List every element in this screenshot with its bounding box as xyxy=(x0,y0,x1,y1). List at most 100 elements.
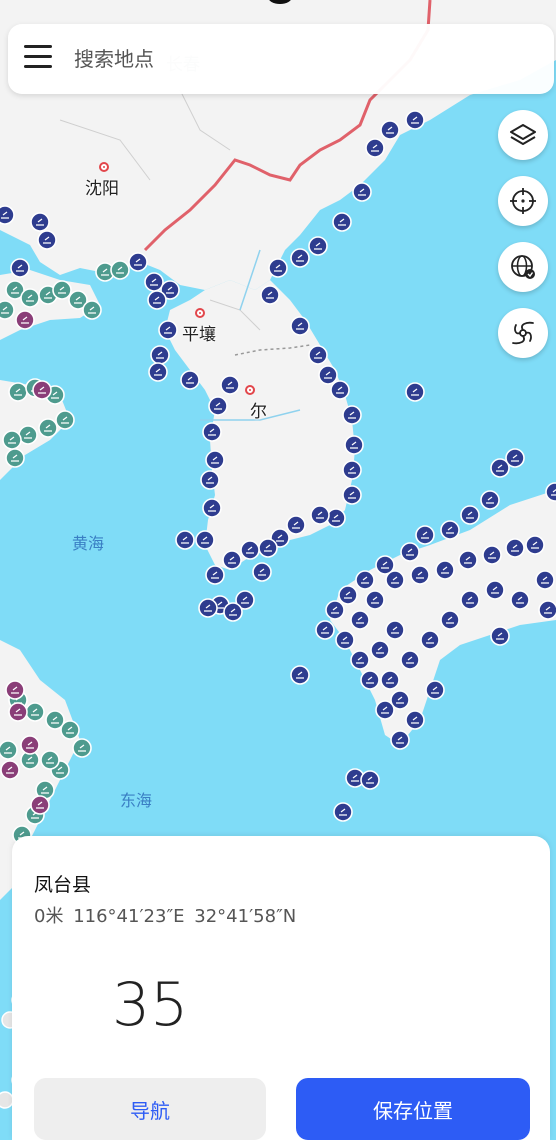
port-marker[interactable] xyxy=(8,702,28,722)
port-marker[interactable] xyxy=(535,570,555,590)
port-marker[interactable] xyxy=(20,288,40,308)
port-marker[interactable] xyxy=(200,470,220,490)
port-marker[interactable] xyxy=(175,530,195,550)
port-marker[interactable] xyxy=(10,258,30,278)
port-marker[interactable] xyxy=(5,680,25,700)
port-marker[interactable] xyxy=(460,590,480,610)
port-marker[interactable] xyxy=(415,525,435,545)
port-marker[interactable] xyxy=(352,182,372,202)
port-marker[interactable] xyxy=(0,740,18,760)
port-marker[interactable] xyxy=(37,230,57,250)
port-marker[interactable] xyxy=(0,760,20,780)
port-marker[interactable] xyxy=(208,396,228,416)
port-marker[interactable] xyxy=(222,550,242,570)
port-marker[interactable] xyxy=(360,670,380,690)
port-marker[interactable] xyxy=(32,380,52,400)
port-marker[interactable] xyxy=(290,316,310,336)
port-marker[interactable] xyxy=(220,375,240,395)
port-marker[interactable] xyxy=(38,418,58,438)
port-marker[interactable] xyxy=(2,430,22,450)
port-marker[interactable] xyxy=(380,670,400,690)
typhoon-button[interactable] xyxy=(498,308,548,358)
port-marker[interactable] xyxy=(405,710,425,730)
port-marker[interactable] xyxy=(420,630,440,650)
port-marker[interactable] xyxy=(268,258,288,278)
port-marker[interactable] xyxy=(410,565,430,585)
port-marker[interactable] xyxy=(128,252,148,272)
port-marker[interactable] xyxy=(223,602,243,622)
port-marker[interactable] xyxy=(390,730,410,750)
port-marker[interactable] xyxy=(545,482,556,502)
port-marker[interactable] xyxy=(144,272,164,292)
port-marker[interactable] xyxy=(308,345,328,365)
port-marker[interactable] xyxy=(30,795,50,815)
port-marker[interactable] xyxy=(510,590,530,610)
port-marker[interactable] xyxy=(490,626,510,646)
port-marker[interactable] xyxy=(333,802,353,822)
port-marker[interactable] xyxy=(435,560,455,580)
port-marker[interactable] xyxy=(482,545,502,565)
port-marker[interactable] xyxy=(158,320,178,340)
port-marker[interactable] xyxy=(290,248,310,268)
port-marker[interactable] xyxy=(82,300,102,320)
port-marker[interactable] xyxy=(195,530,215,550)
port-marker[interactable] xyxy=(180,370,200,390)
port-marker[interactable] xyxy=(72,738,92,758)
port-marker[interactable] xyxy=(5,448,25,468)
port-marker[interactable] xyxy=(365,590,385,610)
port-marker[interactable] xyxy=(360,770,380,790)
port-marker[interactable] xyxy=(425,680,445,700)
port-marker[interactable] xyxy=(375,700,395,720)
port-marker[interactable] xyxy=(538,600,556,620)
menu-icon[interactable] xyxy=(24,45,52,69)
port-marker[interactable] xyxy=(30,212,50,232)
port-marker[interactable] xyxy=(480,490,500,510)
navigate-button[interactable]: 导航 xyxy=(34,1078,266,1140)
port-marker[interactable] xyxy=(318,365,338,385)
port-marker[interactable] xyxy=(458,550,478,570)
port-marker[interactable] xyxy=(52,280,72,300)
port-marker[interactable] xyxy=(0,205,15,225)
port-marker[interactable] xyxy=(286,515,306,535)
port-marker[interactable] xyxy=(40,750,60,770)
port-marker[interactable] xyxy=(15,310,35,330)
port-marker[interactable] xyxy=(20,735,40,755)
port-marker[interactable] xyxy=(485,580,505,600)
port-marker[interactable] xyxy=(330,380,350,400)
port-marker[interactable] xyxy=(198,598,218,618)
port-marker[interactable] xyxy=(365,138,385,158)
port-marker[interactable] xyxy=(400,650,420,670)
port-marker[interactable] xyxy=(370,640,390,660)
port-marker[interactable] xyxy=(405,382,425,402)
port-marker[interactable] xyxy=(55,410,75,430)
port-marker[interactable] xyxy=(315,620,335,640)
save-location-button[interactable]: 保存位置 xyxy=(296,1078,530,1140)
port-marker[interactable] xyxy=(310,505,330,525)
port-marker[interactable] xyxy=(332,212,352,232)
port-marker[interactable] xyxy=(205,565,225,585)
port-marker[interactable] xyxy=(205,450,225,470)
port-marker[interactable] xyxy=(290,665,310,685)
port-marker[interactable] xyxy=(490,458,510,478)
layers-button[interactable] xyxy=(498,110,548,160)
port-marker[interactable] xyxy=(326,508,346,528)
port-marker[interactable] xyxy=(350,650,370,670)
port-marker[interactable] xyxy=(385,570,405,590)
port-marker[interactable] xyxy=(460,505,480,525)
port-marker[interactable] xyxy=(252,562,272,582)
port-marker[interactable] xyxy=(147,290,167,310)
search-input[interactable] xyxy=(72,40,516,78)
port-marker[interactable] xyxy=(258,538,278,558)
port-marker[interactable] xyxy=(342,485,362,505)
port-marker[interactable] xyxy=(400,542,420,562)
port-marker[interactable] xyxy=(405,110,425,130)
globe-button[interactable] xyxy=(498,242,548,292)
port-marker[interactable] xyxy=(338,585,358,605)
port-marker[interactable] xyxy=(350,610,370,630)
port-marker[interactable] xyxy=(150,345,170,365)
port-marker[interactable] xyxy=(344,435,364,455)
port-marker[interactable] xyxy=(0,300,15,320)
port-marker[interactable] xyxy=(25,702,45,722)
port-marker[interactable] xyxy=(148,362,168,382)
port-marker[interactable] xyxy=(440,610,460,630)
